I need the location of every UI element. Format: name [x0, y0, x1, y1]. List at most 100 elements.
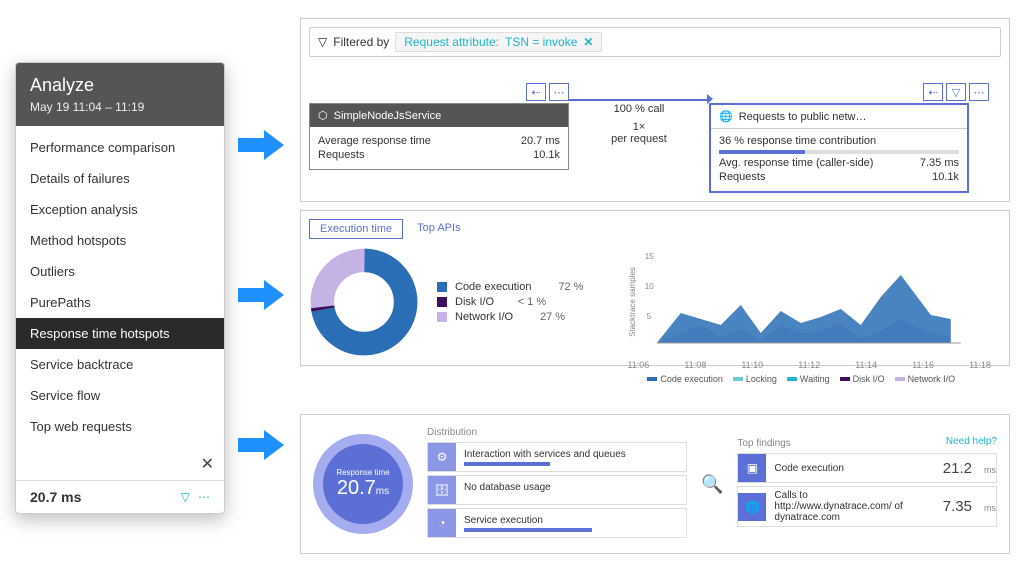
dist-label: Interaction with services and queues — [464, 449, 626, 460]
analyze-header: Analyze May 19 11:04 – 11:19 — [16, 63, 224, 126]
analyze-menu: Performance comparison Details of failur… — [16, 126, 224, 448]
call-pct: 100 % call — [569, 103, 709, 115]
donut-legend: Code execution72 % Disk I/O< 1 % Network… — [437, 278, 583, 326]
legend-net-label: Network I/O — [455, 311, 513, 323]
x-tick: 11:10 — [741, 360, 763, 370]
analyze-panel: Analyze May 19 11:04 – 11:19 Performance… — [15, 62, 225, 514]
target-service-card[interactable]: 🌐Requests to public netw… 36 % response … — [709, 103, 969, 193]
tab-execution-time[interactable]: Execution time — [309, 219, 403, 239]
circle-unit: ms — [376, 486, 389, 497]
trace-icon[interactable]: ⇠ — [526, 83, 546, 101]
avg-resp-label: Average response time — [318, 135, 431, 147]
finding-value: 7.35 — [933, 498, 982, 515]
x-tick: 11:18 — [969, 360, 991, 370]
contrib-bar — [719, 150, 959, 154]
dist-row-service-exec[interactable]: ◔ Service execution — [427, 508, 687, 538]
filter-icon[interactable]: ▽ — [946, 83, 966, 101]
finding-row-calls[interactable]: 🌐 Calls to http://www.dynatrace.com/ of … — [737, 486, 997, 527]
swatch-icon — [437, 282, 447, 292]
legend-disk-label: Disk I/O — [455, 296, 494, 308]
help-link[interactable]: Need help? — [946, 436, 997, 447]
trace-icon[interactable]: ⇠ — [923, 83, 943, 101]
funnel-icon: ▽ — [318, 35, 327, 49]
more-icon[interactable]: ⋯ — [969, 83, 989, 101]
target-req-label: Requests — [719, 171, 765, 183]
filter-bar[interactable]: ▽ Filtered by Request attribute: TSN = i… — [309, 27, 1001, 57]
execution-time-panel: Execution time Top APIs Code execution72… — [300, 210, 1010, 366]
distribution-title: Distribution — [427, 427, 687, 438]
menu-purepaths[interactable]: PurePaths — [16, 287, 224, 318]
bottom-response-value: 20.7 ms — [30, 489, 81, 505]
legend-code-value: 72 % — [549, 281, 583, 293]
call-per: 1× — [569, 121, 709, 133]
gear-icon: ⚙ — [428, 443, 456, 471]
more-icon[interactable]: ⋯ — [549, 83, 569, 101]
hex-icon: ⬡ — [318, 109, 328, 122]
x-tick: 11:08 — [684, 360, 706, 370]
legend-net-value: 27 % — [531, 311, 565, 323]
legend-item: Disk I/O — [853, 374, 885, 384]
finding-unit: ms — [984, 465, 996, 475]
legend-item: Code execution — [660, 374, 723, 384]
close-icon[interactable]: ✕ — [201, 456, 214, 473]
legend-item: Locking — [746, 374, 777, 384]
filter-icon[interactable]: ▽ — [181, 490, 190, 504]
globe-icon: 🌐 — [738, 493, 766, 521]
menu-response-time-hotspots[interactable]: Response time hotspots — [16, 318, 224, 349]
call-per-label: per request — [569, 133, 709, 145]
legend-item: Network I/O — [908, 374, 956, 384]
distribution-findings-panel: Response time 20.7ms Distribution ⚙ Inte… — [300, 414, 1010, 554]
menu-outliers[interactable]: Outliers — [16, 256, 224, 287]
cpu-icon: ▣ — [738, 454, 766, 482]
menu-details-failures[interactable]: Details of failures — [16, 163, 224, 194]
dist-label: Service execution — [464, 515, 543, 526]
more-icon[interactable]: ⋯ — [198, 490, 210, 504]
x-tick: 11:06 — [627, 360, 649, 370]
finding-label: Code execution — [766, 460, 932, 477]
x-tick: 11:14 — [855, 360, 877, 370]
finding-row-code[interactable]: ▣ Code execution 21.2ms — [737, 453, 997, 483]
chip-close-icon[interactable]: ✕ — [583, 35, 593, 49]
response-time-circle: Response time 20.7ms — [313, 434, 413, 534]
swatch-icon — [437, 297, 447, 307]
dist-row-database[interactable]: 🗄 No database usage — [427, 475, 687, 505]
filter-chip[interactable]: Request attribute: TSN = invoke ✕ — [395, 32, 602, 52]
menu-method-hotspots[interactable]: Method hotspots — [16, 225, 224, 256]
target-req-value: 10.1k — [932, 171, 959, 183]
bottom-bar: 20.7 ms ▽ ⋯ — [16, 480, 224, 513]
target-avg-label: Avg. response time (caller-side) — [719, 157, 873, 169]
analyze-time-range: May 19 11:04 – 11:19 — [30, 100, 210, 114]
finding-unit: ms — [984, 503, 996, 513]
source-service-name: SimpleNodeJsService — [334, 110, 442, 122]
donut-chart — [309, 247, 419, 357]
target-avg-value: 7.35 ms — [920, 157, 959, 169]
analyze-title: Analyze — [30, 75, 210, 96]
menu-exception-analysis[interactable]: Exception analysis — [16, 194, 224, 225]
magnifier-icon[interactable]: 🔍 — [701, 474, 723, 495]
circle-value: 20.7 — [337, 477, 376, 499]
target-service-name: Requests to public netw… — [739, 111, 867, 123]
arrow-icon — [238, 280, 284, 310]
area-legend: Code execution Locking Waiting Disk I/O … — [601, 374, 1001, 384]
source-service-card[interactable]: ⬡ SimpleNodeJsService Average response ti… — [309, 103, 569, 170]
call-edge: 100 % call 1× per request — [569, 83, 709, 145]
dist-label: No database usage — [464, 482, 551, 493]
svg-text:5: 5 — [647, 312, 652, 321]
dist-row-services[interactable]: ⚙ Interaction with services and queues — [427, 442, 687, 472]
finding-value: 21.2 — [933, 460, 982, 477]
tab-top-apis[interactable]: Top APIs — [407, 219, 470, 239]
menu-service-backtrace[interactable]: Service backtrace — [16, 349, 224, 380]
filter-chip-prefix: Request attribute: — [404, 35, 499, 49]
clock-icon: ◔ — [428, 509, 456, 537]
legend-item: Waiting — [800, 374, 830, 384]
finding-label: Calls to http://www.dynatrace.com/ of dy… — [766, 487, 932, 526]
req-label: Requests — [318, 149, 364, 161]
menu-performance-comparison[interactable]: Performance comparison — [16, 132, 224, 163]
close-row: ✕ — [16, 448, 224, 480]
menu-top-web-requests[interactable]: Top web requests — [16, 411, 224, 442]
arrow-icon — [238, 430, 284, 460]
service-flow-panel: ▽ Filtered by Request attribute: TSN = i… — [300, 18, 1010, 202]
menu-service-flow[interactable]: Service flow — [16, 380, 224, 411]
req-value: 10.1k — [533, 149, 560, 161]
swatch-icon — [437, 312, 447, 322]
